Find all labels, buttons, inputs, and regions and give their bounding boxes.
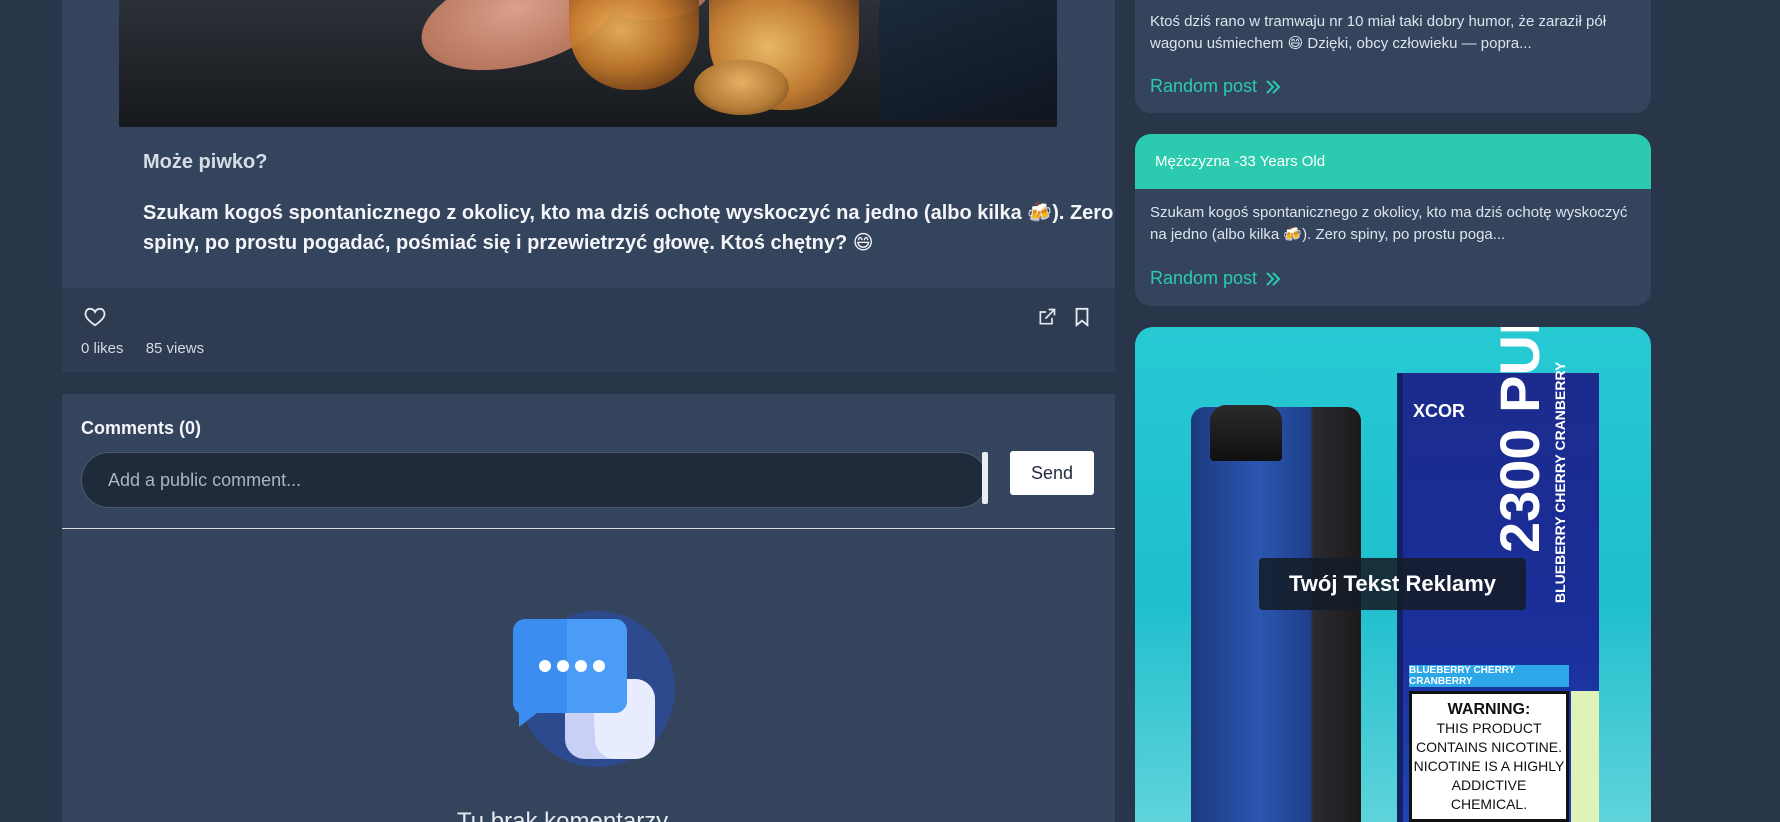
send-button[interactable]: Send bbox=[1010, 451, 1094, 495]
input-resize-handle[interactable] bbox=[982, 452, 988, 504]
sidebar-post-header: Mężczyzna -33 Years Old bbox=[1135, 134, 1651, 189]
ad-product-mouthpiece bbox=[1210, 405, 1282, 461]
chat-bubbles-icon bbox=[512, 611, 675, 767]
ad-product-device bbox=[1191, 407, 1361, 822]
random-post-label: Random post bbox=[1150, 268, 1258, 288]
post-stats: 0 likes 85 views bbox=[81, 340, 222, 357]
sidebar-post-excerpt: Ktoś dziś rano w tramwaju nr 10 miał tak… bbox=[1150, 13, 1607, 52]
sidebar-post-excerpt: Szukam kogoś spontanicznego z okolicy, k… bbox=[1150, 204, 1628, 243]
post-image bbox=[119, 0, 1057, 127]
external-link-icon bbox=[1039, 308, 1056, 325]
advertisement[interactable]: XCOR 2300 PUFFS BLUEBERRY CHERRY CRANBER… bbox=[1135, 327, 1651, 822]
bookmark-icon bbox=[1075, 307, 1089, 327]
likes-count: 0 likes bbox=[81, 340, 124, 357]
share-button[interactable] bbox=[1034, 304, 1060, 330]
bookmark-button[interactable] bbox=[1069, 304, 1095, 330]
random-post-label: Random post bbox=[1150, 76, 1258, 96]
ad-puffs: 2300 PUFFS bbox=[1488, 327, 1551, 553]
sidebar-post-card: Ktoś dziś rano w tramwaju nr 10 miał tak… bbox=[1135, 0, 1651, 113]
comment-input[interactable] bbox=[81, 452, 988, 508]
like-button[interactable] bbox=[82, 304, 108, 330]
comments-title: Comments (0) bbox=[81, 418, 202, 438]
ad-flavor: BLUEBERRY CHERRY CRANBERRY bbox=[1552, 361, 1568, 603]
ad-flavor-strip: BLUEBERRY CHERRY CRANBERRY bbox=[1409, 665, 1569, 687]
sidebar-post-card: Mężczyzna -33 Years Old Szukam kogoś spo… bbox=[1135, 134, 1651, 306]
double-chevron-right-icon bbox=[1266, 79, 1281, 94]
ad-warning-title: WARNING: bbox=[1447, 701, 1531, 718]
ad-eliquid-panel bbox=[1571, 691, 1599, 822]
post-actions-bar: 0 likes 85 views bbox=[62, 288, 1115, 372]
views-count: 85 views bbox=[145, 340, 205, 357]
comments-divider bbox=[62, 528, 1115, 529]
random-post-link[interactable]: Random post bbox=[1150, 268, 1281, 289]
ad-warning: WARNING: THIS PRODUCT CONTAINS NICOTINE.… bbox=[1409, 691, 1569, 822]
double-chevron-right-icon bbox=[1266, 271, 1281, 286]
post-card: Może piwko? Szukam kogoś spontanicznego … bbox=[62, 0, 1115, 288]
empty-comments-text: Tu brak komentarzy bbox=[457, 808, 669, 822]
comments-section: Comments (0) Send Tu brak komentarzy bbox=[62, 394, 1115, 822]
ad-brand: XCOR bbox=[1413, 401, 1466, 421]
ad-label: Twój Tekst Reklamy bbox=[1259, 558, 1526, 610]
random-post-link[interactable]: Random post bbox=[1150, 76, 1281, 97]
post-body: Szukam kogoś spontanicznego z okolicy, k… bbox=[143, 202, 1114, 254]
ad-warning-text: THIS PRODUCT CONTAINS NICOTINE. NICOTINE… bbox=[1413, 720, 1565, 812]
post-title: Może piwko? bbox=[143, 151, 268, 173]
heart-icon bbox=[84, 307, 106, 327]
